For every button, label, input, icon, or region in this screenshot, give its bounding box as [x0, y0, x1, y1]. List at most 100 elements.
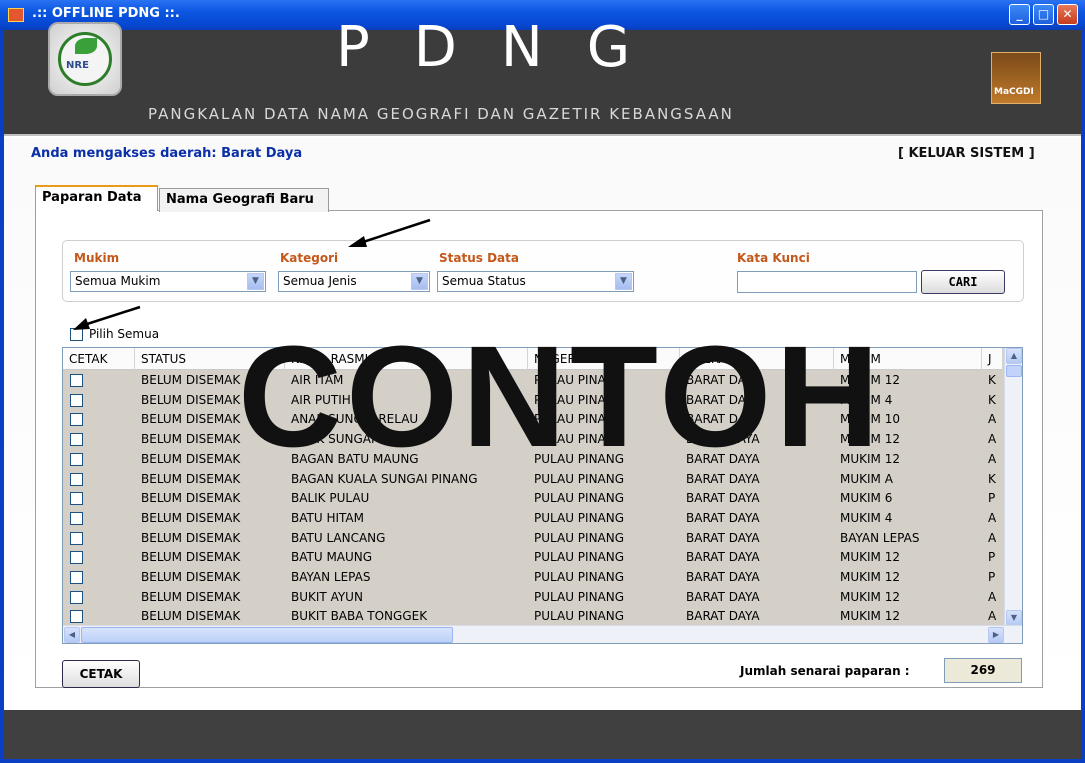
row-print-checkbox[interactable]	[70, 374, 83, 387]
tab-nama-geografi-baru[interactable]: Nama Geografi Baru	[159, 188, 329, 212]
cell-negeri: PULAU PINANG	[534, 609, 625, 624]
column-header-status[interactable]: STATUS	[135, 348, 285, 370]
chevron-down-icon[interactable]: ▼	[411, 273, 428, 290]
data-grid[interactable]: CETAK STATUS NAMA RASMI NEGERI DAERAH MU…	[62, 347, 1023, 644]
cell-negeri: PULAU PINANG	[534, 550, 625, 565]
mukim-select[interactable]: Semua Mukim ▼	[70, 271, 266, 292]
cell-mukim: MUKIM 12	[840, 589, 900, 604]
cell-daerah: BARAT DAYA	[686, 432, 760, 447]
cell-nama: BAGAN KUALA SUNGAI PINANG	[291, 471, 478, 486]
column-header-mukim[interactable]: MUKIM	[834, 348, 982, 370]
close-button[interactable]: ✕	[1057, 4, 1078, 25]
cell-nama: ANAK SUNGAI RELAU	[291, 432, 419, 447]
table-row[interactable]: BELUM DISEMAK BATU HITAM PULAU PINANG BARAT…	[63, 509, 1003, 528]
table-row[interactable]: BELUM DISEMAK AIR PUTIH PULAU PINANG BARAT …	[63, 391, 1003, 410]
table-row[interactable]: BELUM DISEMAK ANAK SUNGAI RELAU PULAU PINA…	[63, 430, 1003, 449]
cell-nama: BAGAN BATU MAUNG	[291, 451, 419, 466]
tab-paparan-data[interactable]: Paparan Data	[35, 185, 158, 211]
footer-bar	[4, 710, 1081, 759]
cell-daerah: BARAT DAYA	[686, 589, 760, 604]
cell-j: A	[988, 530, 997, 545]
cell-mukim: MUKIM 4	[840, 392, 893, 407]
cell-negeri: PULAU PINANG	[534, 530, 625, 545]
grid-header: CETAK STATUS NAMA RASMI NEGERI DAERAH MU…	[63, 348, 1003, 370]
vertical-scrollbar[interactable]: ▲ ▼	[1004, 348, 1022, 627]
access-region-text: Anda mengakses daerah: Barat Daya	[31, 146, 303, 161]
cell-daerah: BARAT DAYA	[686, 510, 760, 525]
cell-j: A	[988, 510, 997, 525]
row-print-checkbox[interactable]	[70, 551, 83, 565]
row-print-checkbox[interactable]	[70, 452, 83, 466]
row-print-checkbox[interactable]	[70, 590, 83, 604]
horizontal-scrollbar[interactable]: ◀ ▶	[63, 625, 1022, 643]
table-row[interactable]: BELUM DISEMAK BAGAN KUALA SUNGAI PINANG PU…	[63, 470, 1003, 489]
mukim-label: Mukim	[74, 251, 120, 265]
select-all[interactable]: Pilih Semua	[70, 327, 159, 341]
row-print-checkbox[interactable]	[70, 393, 83, 407]
table-row[interactable]: BELUM DISEMAK BUKIT AYUN PULAU PINANG BARAT…	[63, 588, 1003, 607]
column-header-negeri[interactable]: NEGERI	[528, 348, 680, 370]
table-row[interactable]: BELUM DISEMAK BAGAN BATU MAUNG PULAU PINAN…	[63, 450, 1003, 469]
select-all-checkbox[interactable]	[70, 328, 83, 341]
logout-link[interactable]: [ KELUAR SISTEM ]	[898, 146, 1035, 161]
table-row[interactable]: BELUM DISEMAK ANAK SUNGAI RELAU PULAU PINA…	[63, 410, 1003, 429]
cell-mukim: MUKIM A	[840, 471, 893, 486]
kategori-label: Kategori	[280, 251, 339, 265]
row-print-checkbox[interactable]	[70, 433, 83, 447]
table-row[interactable]: BELUM DISEMAK BATU MAUNG PULAU PINANG BARAT…	[63, 548, 1003, 567]
scroll-down-icon[interactable]: ▼	[1006, 610, 1022, 626]
minimize-button[interactable]: _	[1009, 4, 1030, 25]
table-row[interactable]: BELUM DISEMAK AIR ITAM PULAU PINANG BARAT D…	[63, 371, 1003, 390]
cell-negeri: PULAU PINANG	[534, 510, 625, 525]
cell-mukim: MUKIM 12	[840, 550, 900, 565]
column-header-daerah[interactable]: DAERAH	[680, 348, 834, 370]
chevron-down-icon[interactable]: ▼	[247, 273, 264, 290]
cell-mukim: MUKIM 12	[840, 373, 900, 387]
cell-mukim: MUKIM 12	[840, 609, 900, 624]
chevron-down-icon[interactable]: ▼	[615, 273, 632, 290]
banner-title: PDNG	[336, 15, 675, 80]
table-row[interactable]: BELUM DISEMAK BALIK PULAU PULAU PINANG BARA…	[63, 489, 1003, 508]
row-print-checkbox[interactable]	[70, 492, 83, 506]
print-button[interactable]: CETAK	[62, 660, 140, 688]
cell-nama: BATU LANCANG	[291, 530, 386, 545]
column-header-nama[interactable]: NAMA RASMI	[285, 348, 528, 370]
kata-kunci-label: Kata Kunci	[737, 251, 810, 265]
row-print-checkbox[interactable]	[70, 472, 83, 486]
row-print-checkbox[interactable]	[70, 511, 83, 525]
search-button[interactable]: CARI	[921, 270, 1005, 294]
cell-nama: BUKIT AYUN	[291, 589, 363, 604]
record-count-value: 269	[944, 658, 1022, 683]
cell-mukim: MUKIM 12	[840, 570, 900, 584]
cell-j: A	[988, 432, 997, 447]
row-print-checkbox[interactable]	[70, 610, 83, 624]
kata-kunci-input[interactable]	[737, 271, 917, 293]
scroll-left-icon[interactable]: ◀	[64, 627, 80, 643]
kategori-select-value: Semua Jenis	[283, 274, 357, 288]
cell-mukim: MUKIM 10	[840, 412, 900, 427]
mukim-select-value: Semua Mukim	[75, 274, 161, 288]
cell-j: A	[988, 609, 997, 624]
row-print-checkbox[interactable]	[70, 531, 83, 545]
cell-j: K	[988, 471, 996, 486]
horizontal-scroll-thumb[interactable]	[81, 627, 453, 643]
kategori-select[interactable]: Semua Jenis ▼	[278, 271, 430, 292]
macgdi-logo-text: MaCGDI	[994, 87, 1034, 97]
nre-logo: NRE	[48, 22, 122, 96]
scroll-up-icon[interactable]: ▲	[1006, 348, 1022, 364]
status-select[interactable]: Semua Status ▼	[437, 271, 634, 292]
cell-negeri: PULAU PINANG	[534, 432, 625, 447]
column-header-cetak[interactable]: CETAK	[63, 348, 135, 370]
row-print-checkbox[interactable]	[70, 413, 83, 427]
cell-negeri: PULAU PINANG	[534, 412, 625, 427]
row-print-checkbox[interactable]	[70, 571, 83, 584]
cell-status: BELUM DISEMAK	[141, 589, 241, 604]
table-row[interactable]: BELUM DISEMAK BAYAN LEPAS PULAU PINANG BARA…	[63, 568, 1003, 587]
scroll-right-icon[interactable]: ▶	[988, 627, 1004, 643]
vertical-scroll-thumb[interactable]	[1006, 365, 1022, 377]
cell-daerah: BARAT DAYA	[686, 530, 760, 545]
table-row[interactable]: BELUM DISEMAK BATU LANCANG PULAU PINANG BAR…	[63, 529, 1003, 548]
maximize-button[interactable]: □	[1033, 4, 1054, 25]
table-row[interactable]: BELUM DISEMAK BUKIT BABA TONGGEK PULAU PIN…	[63, 607, 1003, 626]
column-header-j[interactable]: J	[982, 348, 1003, 370]
